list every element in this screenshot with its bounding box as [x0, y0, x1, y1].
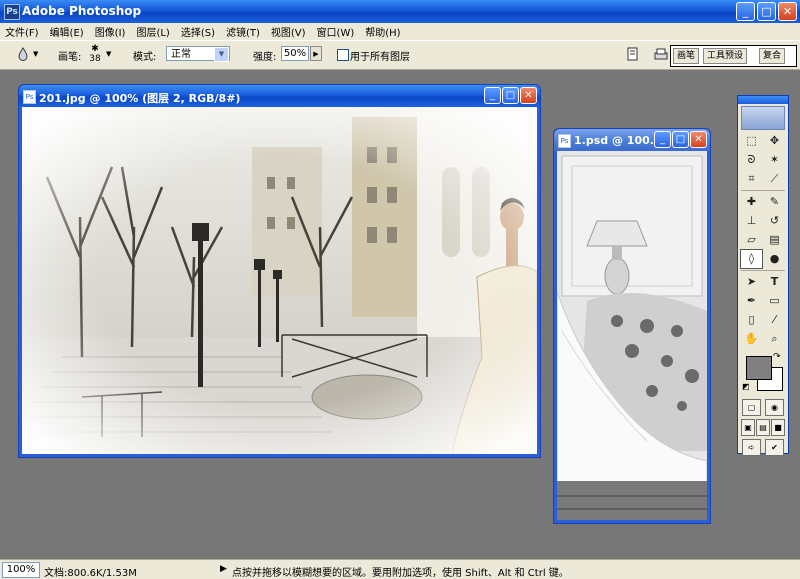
- menu-edit[interactable]: 编辑(E): [45, 24, 90, 39]
- feather-logo-icon[interactable]: [741, 106, 785, 130]
- notes-tool-icon[interactable]: ▯: [741, 311, 762, 329]
- menu-file[interactable]: 文件(F): [0, 24, 45, 39]
- toolbox-title-bar[interactable]: [738, 96, 788, 104]
- hand-tool-icon[interactable]: ✋: [741, 330, 762, 348]
- dodge-tool-icon[interactable]: ●: [764, 250, 785, 268]
- brush-size: 38: [89, 54, 101, 64]
- palette-tab-tool-presets[interactable]: 工具预设: [703, 48, 748, 64]
- mode-label: 模式:: [133, 52, 157, 63]
- document-title-bar[interactable]: Ps 201.jpg @ 100% (图层 2, RGB/8#) _ □ ✕: [19, 85, 540, 107]
- slice-tool-icon[interactable]: ⟋: [764, 170, 785, 188]
- tool-hint-text: 点按并拖移以模糊想要的区域。要用附加选项，使用 Shift、Alt 和 Ctrl…: [232, 568, 569, 579]
- doc2-minimize-button[interactable]: _: [654, 131, 671, 148]
- document-icon: Ps: [23, 90, 36, 104]
- path-selection-tool-icon[interactable]: ➤: [741, 273, 762, 291]
- sample-all-layers-checkbox[interactable]: [337, 49, 349, 61]
- menu-filter[interactable]: 滤镜(T): [221, 24, 266, 39]
- lasso-tool-icon[interactable]: ᘐ: [741, 151, 762, 169]
- mode-dropdown-icon[interactable]: ▼: [214, 47, 229, 62]
- brush-tool-icon[interactable]: ✎: [764, 193, 785, 211]
- app-title: Adobe Photoshop: [22, 4, 142, 18]
- default-colors-icon[interactable]: ◩: [742, 382, 750, 391]
- sample-all-layers-label: 用于所有图层: [350, 52, 410, 63]
- photoshop-app-icon: Ps: [4, 4, 20, 20]
- menu-view[interactable]: 视图(V): [266, 24, 312, 39]
- history-brush-tool-icon[interactable]: ↺: [764, 212, 785, 230]
- gradient-tool-icon[interactable]: ▤: [764, 231, 785, 249]
- bedroom-photo: [557, 151, 707, 520]
- menu-select[interactable]: 选择(S): [176, 24, 221, 39]
- image-canvas-montmartre[interactable]: [22, 107, 537, 454]
- standard-mode-icon[interactable]: ▢: [742, 399, 761, 416]
- document-title: 201.jpg @ 100% (图层 2, RGB/8#): [39, 92, 241, 105]
- status-bar: 100% 文档:800.6K/1.53M ▶ 点按并拖移以模糊想要的区域。要用附…: [0, 559, 800, 579]
- jump-to-imageready-icon[interactable]: [654, 47, 668, 61]
- status-menu-arrow-icon[interactable]: ▶: [220, 564, 227, 574]
- jump-to-imageready-toolbox-icon[interactable]: ➪: [742, 439, 761, 456]
- foreground-color-swatch[interactable]: [746, 356, 772, 380]
- menu-bar: 文件(F) 编辑(E) 图像(I) 图层(L) 选择(S) 滤镜(T) 视图(V…: [0, 23, 800, 40]
- edit-in-imageready-icon[interactable]: ✔: [765, 439, 784, 456]
- toolbox: ⬚ ✥ ᘐ ✶ ⌗ ⟋ ✚ ✎ ⊥ ↺ ▱ ▤ ◊ ● ➤ T ✒ ▭ ▯ ⁄ …: [737, 95, 789, 456]
- image-canvas-bedroom[interactable]: [557, 151, 707, 520]
- shape-tool-icon[interactable]: ▭: [764, 292, 785, 310]
- healing-brush-tool-icon[interactable]: ✚: [741, 193, 762, 211]
- doc-maximize-button[interactable]: □: [502, 87, 519, 104]
- screen-mode-fullmenu-icon[interactable]: ▤: [756, 419, 770, 436]
- menu-image[interactable]: 图像(I): [90, 24, 132, 39]
- street-stairs-photo: [22, 107, 537, 454]
- marquee-tool-icon[interactable]: ⬚: [741, 132, 762, 150]
- brush-label: 画笔:: [58, 52, 82, 63]
- blur-tool-icon[interactable]: ◊: [740, 249, 763, 269]
- magic-wand-tool-icon[interactable]: ✶: [764, 151, 785, 169]
- doc-minimize-button[interactable]: _: [484, 87, 501, 104]
- blur-tool-preset-icon[interactable]: [18, 47, 28, 61]
- file-browser-icon[interactable]: [626, 47, 640, 61]
- clone-stamp-tool-icon[interactable]: ⊥: [741, 212, 762, 230]
- type-tool-icon[interactable]: T: [764, 273, 785, 291]
- eraser-tool-icon[interactable]: ▱: [741, 231, 762, 249]
- doc2-close-button[interactable]: ✕: [690, 131, 707, 148]
- palette-well: 画笔 工具预设 复合: [670, 45, 797, 67]
- document-title-bar-inactive[interactable]: Ps 1.psd @ 100... _ □ ✕: [554, 129, 710, 151]
- brush-dropdown-icon[interactable]: ▼: [106, 50, 111, 58]
- minimize-button[interactable]: _: [736, 2, 755, 21]
- palette-tab-comps[interactable]: 复合: [759, 48, 786, 64]
- screen-mode-standard-icon[interactable]: ▣: [741, 419, 755, 436]
- brush-tip-icon: ✱: [91, 44, 99, 54]
- app-title-bar[interactable]: Ps Adobe Photoshop _ □ ✕: [0, 0, 800, 23]
- menu-help[interactable]: 帮助(H): [360, 24, 406, 39]
- doc-close-button[interactable]: ✕: [520, 87, 537, 104]
- options-bar: ▼ 画笔: ✱ 38 ▼ 模式: 正常 ▼ 强度: 50% ▶ 用于所有图层 画…: [0, 40, 800, 70]
- color-swatches: ↷ ◩: [742, 352, 788, 396]
- palette-tab-brushes[interactable]: 画笔: [673, 48, 700, 64]
- doc2-maximize-button[interactable]: □: [672, 131, 689, 148]
- mode-select[interactable]: 正常 ▼: [166, 46, 230, 62]
- mode-value: 正常: [171, 49, 191, 60]
- menu-window[interactable]: 窗口(W): [312, 24, 361, 39]
- menu-layer[interactable]: 图层(L): [131, 24, 175, 39]
- strength-label: 强度:: [253, 52, 277, 63]
- tool-preset-dropdown-icon[interactable]: ▼: [33, 50, 38, 58]
- document-size-info[interactable]: 文档:800.6K/1.53M: [44, 564, 137, 579]
- eyedropper-tool-icon[interactable]: ⁄: [764, 311, 785, 329]
- zoom-tool-icon[interactable]: ⌕: [764, 330, 785, 348]
- crop-tool-icon[interactable]: ⌗: [741, 170, 762, 188]
- move-tool-icon[interactable]: ✥: [764, 132, 785, 150]
- swap-colors-icon[interactable]: ↷: [773, 352, 781, 362]
- brush-picker[interactable]: ✱ 38: [88, 44, 102, 64]
- document-title: 1.psd @ 100...: [574, 134, 663, 147]
- document-icon: Ps: [558, 134, 571, 148]
- pen-tool-icon[interactable]: ✒: [741, 292, 762, 310]
- document-window-201[interactable]: Ps 201.jpg @ 100% (图层 2, RGB/8#) _ □ ✕: [18, 84, 541, 458]
- screen-mode-full-icon[interactable]: ■: [771, 419, 785, 436]
- quick-mask-mode-icon[interactable]: ◉: [765, 399, 784, 416]
- zoom-level-field[interactable]: 100%: [2, 562, 40, 578]
- close-button[interactable]: ✕: [778, 2, 797, 21]
- maximize-button[interactable]: □: [757, 2, 776, 21]
- strength-input[interactable]: 50%: [281, 46, 309, 61]
- document-window-1psd[interactable]: Ps 1.psd @ 100... _ □ ✕: [553, 128, 711, 524]
- strength-slider-arrow-icon[interactable]: ▶: [310, 46, 322, 61]
